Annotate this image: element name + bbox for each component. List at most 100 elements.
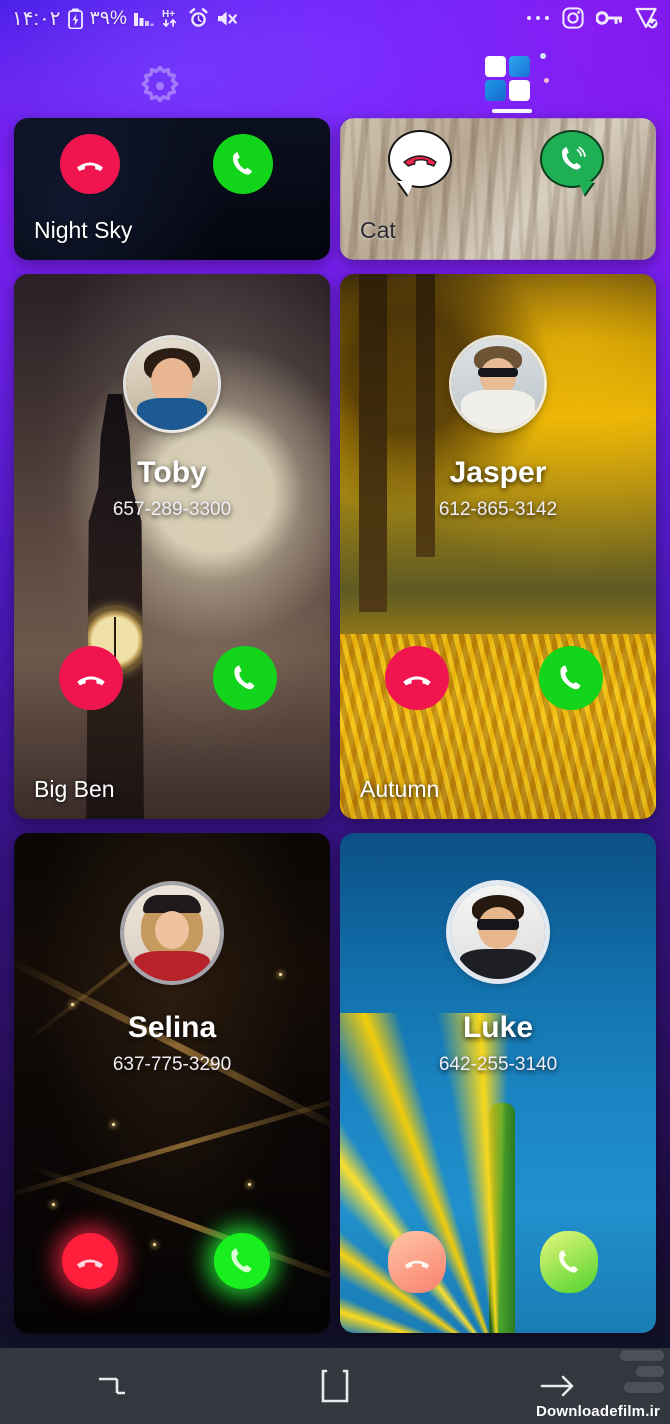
- status-bar-clock: ۱۴:۰۲: [12, 7, 61, 30]
- contact-avatar: [126, 338, 218, 430]
- phone-decline-icon: [77, 1259, 103, 1268]
- decline-call-button[interactable]: [59, 646, 123, 710]
- contact-name: Toby: [137, 456, 207, 489]
- settings-button[interactable]: [137, 63, 183, 109]
- watermark-decoration: [594, 1350, 664, 1398]
- avatar-sunglasses: [478, 368, 518, 377]
- theme-name-label: Big Ben: [34, 776, 115, 802]
- theme-name-label: Autumn: [360, 776, 440, 802]
- grid-apps-icon: [484, 53, 549, 101]
- accept-call-button[interactable]: [539, 646, 603, 710]
- contact-avatar: [451, 885, 545, 979]
- decline-call-button[interactable]: [60, 134, 120, 194]
- contact-avatar: [124, 885, 220, 981]
- status-bar-right: [526, 6, 658, 30]
- theme-card-yellow-flower[interactable]: Luke 642-255-3140: [340, 833, 656, 1333]
- phone-decline-icon: [77, 676, 105, 686]
- avatar-photo: [451, 885, 545, 979]
- contact-name: Luke: [462, 1011, 534, 1044]
- theme-name-label: Night Sky: [34, 217, 133, 243]
- instagram-icon: [562, 7, 584, 29]
- phone-decline-icon: [404, 1260, 430, 1269]
- decline-call-button[interactable]: [388, 130, 452, 195]
- battery-percent-label: ۳۹%: [89, 7, 127, 29]
- avatar-face: [155, 911, 189, 949]
- city-light: [279, 973, 283, 976]
- accept-call-button[interactable]: [214, 1233, 270, 1289]
- avatar-photo: [452, 338, 544, 430]
- avatar-body: [461, 390, 535, 430]
- recents-button[interactable]: [75, 1361, 149, 1411]
- home-button[interactable]: [298, 1361, 372, 1411]
- app-header: [0, 36, 670, 118]
- tree-trunk-art: [358, 274, 388, 612]
- bubble-tail: [398, 181, 414, 195]
- theme-card-big-ben[interactable]: Toby 657-289-3300 Big Ben: [14, 274, 330, 819]
- grid-dot-1: [540, 53, 546, 59]
- phone-accept-icon: [234, 665, 255, 690]
- status-bar-left: ۱۴:۰۲ ۳۹% H+: [12, 6, 238, 31]
- avatar-photo: [124, 885, 220, 981]
- phone-accept-icon: [560, 665, 581, 690]
- svg-text:H+: H+: [162, 9, 175, 20]
- phone-accept-icon: [562, 146, 586, 170]
- theme-card-cat[interactable]: Cat: [340, 118, 656, 260]
- phone-decline-icon: [403, 155, 437, 167]
- decline-call-button[interactable]: [385, 646, 449, 710]
- status-bar: ۱۴:۰۲ ۳۹% H+: [0, 0, 670, 36]
- grid-dot-2: [544, 78, 549, 83]
- decline-call-button[interactable]: [62, 1233, 118, 1289]
- road-art: [14, 957, 330, 1136]
- avatar-sunglasses: [477, 919, 519, 930]
- contact-avatar: [452, 338, 544, 430]
- back-arrow-icon: [539, 1372, 577, 1400]
- theme-card-city-night[interactable]: Selina 637-775-3290: [14, 833, 330, 1333]
- grid-square-4: [509, 80, 530, 101]
- site-watermark: Downloadefilm.ir: [535, 1403, 660, 1420]
- home-square-icon: [320, 1369, 350, 1403]
- hplus-network-icon: H+: [162, 8, 181, 29]
- accept-call-button[interactable]: [540, 130, 604, 195]
- alarm-clock-icon: [188, 7, 209, 29]
- phone-decline-icon: [77, 162, 103, 171]
- avatar-body: [460, 949, 536, 979]
- city-light: [247, 1183, 251, 1186]
- gear-icon: [137, 63, 183, 109]
- accept-call-button[interactable]: [213, 646, 277, 710]
- theme-card-night-sky[interactable]: Night Sky: [14, 118, 330, 260]
- accept-call-button[interactable]: [540, 1231, 598, 1293]
- accept-call-button[interactable]: [213, 134, 273, 194]
- theme-card-autumn[interactable]: Jasper 612-865-3142 Autumn: [340, 274, 656, 819]
- city-light: [111, 1123, 115, 1126]
- contact-phone: 612-865-3142: [438, 499, 558, 520]
- contact-phone: 637-775-3290: [112, 1054, 232, 1075]
- tab-apps[interactable]: [484, 53, 549, 113]
- battery-charging-icon: [67, 8, 83, 29]
- phone-decline-icon: [403, 676, 431, 686]
- avatar-photo: [126, 338, 218, 430]
- contact-phone: 642-255-3140: [438, 1054, 558, 1075]
- mute-icon: [216, 8, 238, 29]
- contact-name: Jasper: [449, 456, 547, 489]
- theme-name-label: Cat: [360, 217, 396, 243]
- city-light: [153, 1243, 157, 1246]
- avatar-body: [137, 398, 207, 430]
- contact-name: Selina: [127, 1011, 217, 1044]
- phone-accept-icon: [233, 152, 252, 175]
- more-dots-icon: [526, 14, 550, 22]
- grid-square-1: [485, 56, 506, 77]
- decline-call-button[interactable]: [388, 1231, 446, 1293]
- bubble-tail: [578, 181, 594, 195]
- avatar-body: [134, 951, 210, 981]
- contact-phone: 657-289-3300: [112, 499, 232, 520]
- signal-bars-icon: [133, 9, 155, 28]
- recents-icon: [95, 1371, 129, 1401]
- tab-active-indicator: [492, 109, 532, 113]
- grid-square-3: [485, 80, 506, 101]
- road-art: [14, 1091, 330, 1200]
- phone-accept-icon: [231, 1248, 252, 1273]
- vpn-key-icon: [596, 9, 622, 27]
- grid-square-2: [509, 56, 530, 77]
- theme-grid: Night Sky Cat Toby 657-289-3300 Big Ben …: [0, 118, 670, 1333]
- city-light: [70, 1003, 74, 1006]
